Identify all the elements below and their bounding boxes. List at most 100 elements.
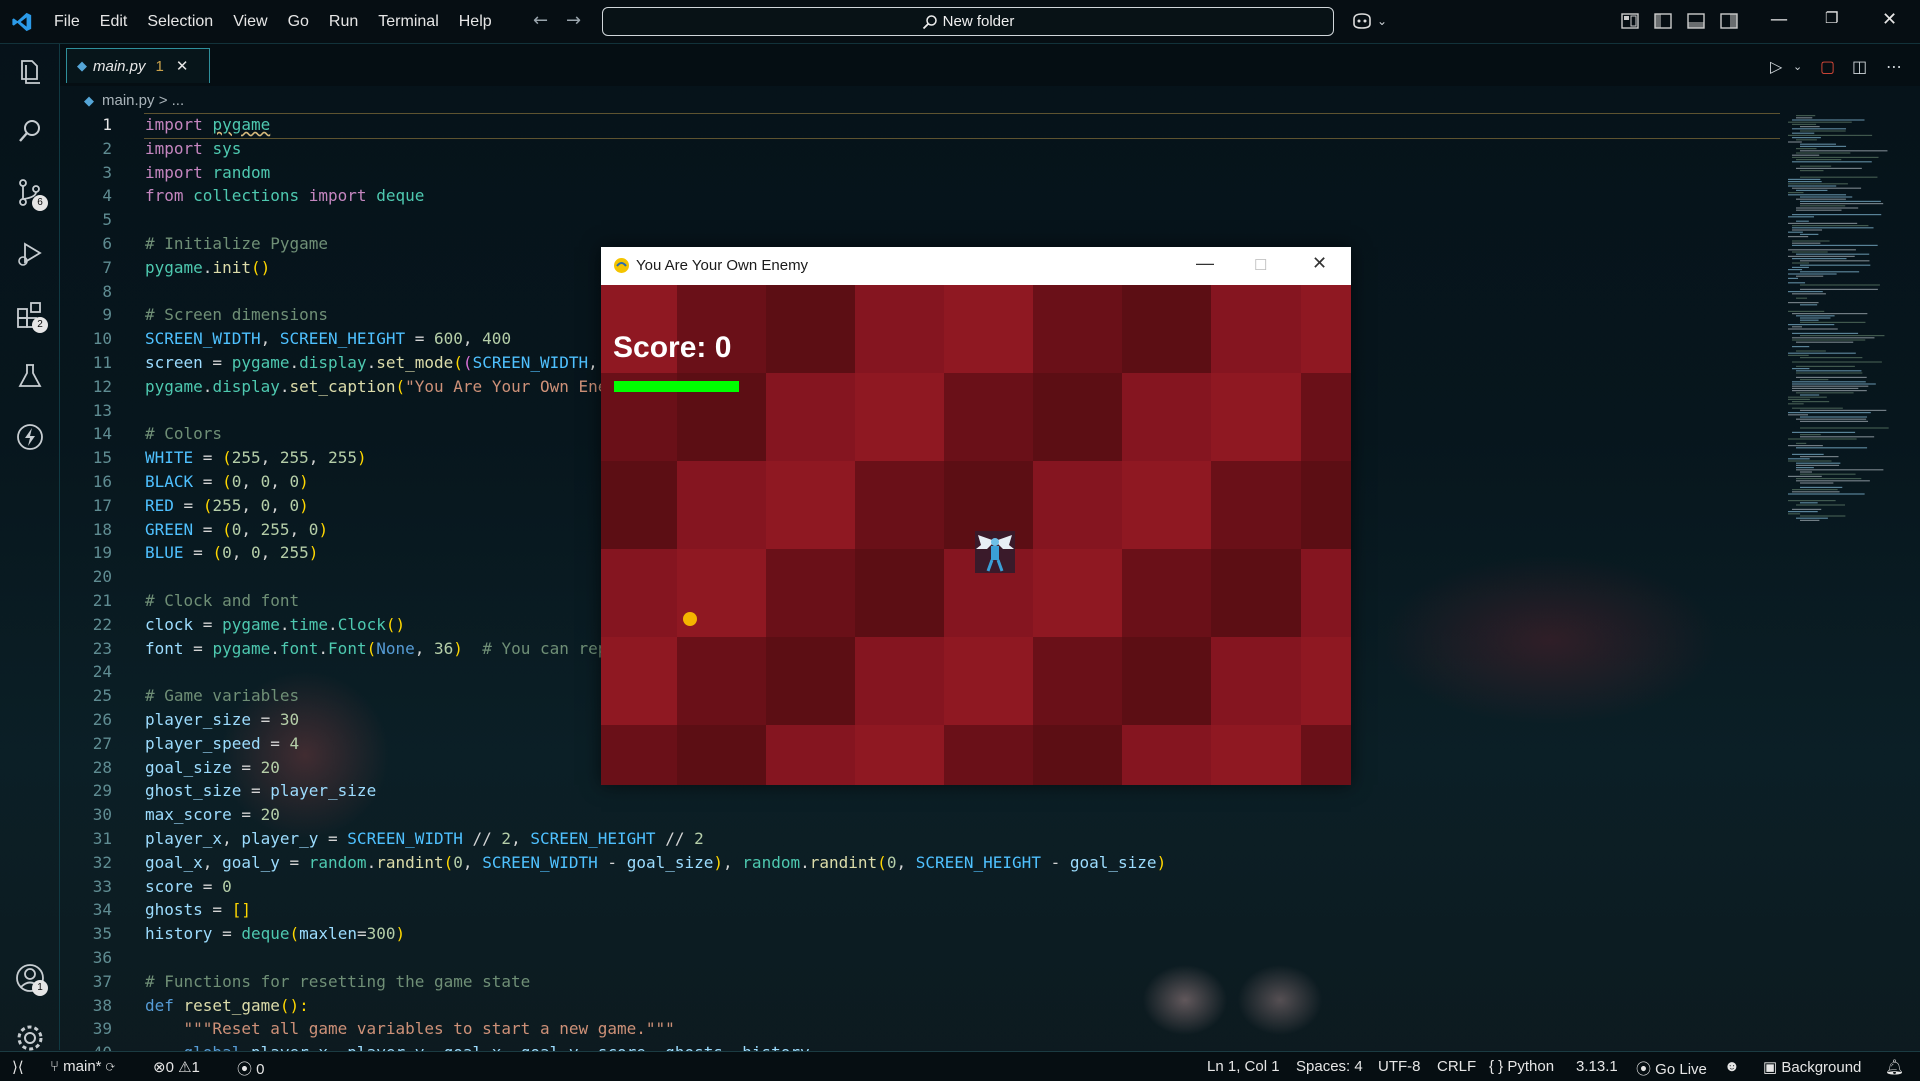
- python-version[interactable]: 3.13.1: [1576, 1058, 1618, 1075]
- code-token: # Clock and font: [145, 591, 300, 610]
- minimize-icon[interactable]: —: [1196, 253, 1214, 274]
- stop-icon[interactable]: ▢: [1820, 57, 1835, 76]
- code-line[interactable]: 1 import pygame: [60, 113, 1780, 139]
- chevron-down-icon[interactable]: ⌄: [1372, 11, 1392, 31]
- tab-main-py[interactable]: ◆ main.py 1 ✕: [66, 48, 210, 83]
- code-token: =: [193, 519, 223, 539]
- code-line[interactable]: 3 import random: [60, 161, 1780, 185]
- toggle-secondary-sidebar-icon[interactable]: [1719, 11, 1739, 31]
- source-control-icon[interactable]: 6: [12, 175, 48, 211]
- encoding[interactable]: UTF-8: [1378, 1058, 1421, 1075]
- minimap-line: [1792, 508, 1822, 510]
- line-number: 8: [102, 281, 112, 301]
- code-line[interactable]: 37 # Functions for resetting the game sta…: [60, 970, 1780, 994]
- go-live-button[interactable]: ⦿ Go Live: [1636, 1058, 1707, 1079]
- code-line[interactable]: 34 ghosts = []: [60, 898, 1780, 922]
- code-line[interactable]: 35 history = deque(maxlen=300): [60, 922, 1780, 946]
- lightning-icon[interactable]: [12, 419, 48, 455]
- more-actions-icon[interactable]: ⋯: [1886, 57, 1902, 76]
- minimap-line: [1788, 302, 1819, 304]
- minimap-line: [1788, 396, 1827, 398]
- copilot-icon[interactable]: [1350, 11, 1374, 31]
- code-line[interactable]: 2 import sys: [60, 137, 1780, 161]
- cursor-position[interactable]: Ln 1, Col 1: [1207, 1058, 1280, 1075]
- code-line[interactable]: 33 score = 0: [60, 875, 1780, 899]
- minimap-line: [1800, 486, 1843, 488]
- menu-run[interactable]: Run: [319, 13, 368, 31]
- breadcrumb-file[interactable]: main.py: [102, 92, 155, 109]
- code-line[interactable]: 32 goal_x, goal_y = random.randint(0, SCR…: [60, 851, 1780, 875]
- code-line[interactable]: 36: [60, 946, 1780, 970]
- forward-arrow-icon[interactable]: →: [566, 10, 581, 31]
- background-tile: [766, 373, 855, 461]
- breadcrumb-separator: >: [158, 92, 168, 109]
- close-icon[interactable]: ✕: [1312, 253, 1327, 274]
- remote-icon[interactable]: ⟩⟨: [12, 1058, 24, 1076]
- breadcrumb-symbol[interactable]: ...: [172, 92, 185, 109]
- command-center-search[interactable]: New folder: [602, 7, 1334, 36]
- line-code: def reset_game():: [145, 994, 309, 1018]
- game-canvas[interactable]: Score: 0: [601, 285, 1351, 785]
- background-tile: [1211, 725, 1301, 785]
- code-line[interactable]: 38 def reset_game():: [60, 994, 1780, 1018]
- run-file-icon[interactable]: ▷: [1770, 57, 1782, 76]
- notifications-bell-icon[interactable]: 🔔︎: [1885, 1058, 1904, 1076]
- code-line[interactable]: 40 global player_x, player_y, goal_x, go…: [60, 1041, 1780, 1051]
- game-window-title-bar[interactable]: You Are Your Own Enemy — ☐ ✕: [601, 247, 1351, 285]
- code-token: goal_x: [145, 852, 203, 872]
- maximize-icon[interactable]: ☐: [1254, 256, 1267, 274]
- problems-indicator[interactable]: ⊗0 ⚠1: [153, 1058, 200, 1076]
- close-icon[interactable]: ✕: [1882, 9, 1897, 30]
- code-token: RED: [145, 495, 174, 515]
- menu-terminal[interactable]: Terminal: [368, 13, 448, 31]
- split-editor-icon[interactable]: ◫: [1852, 57, 1867, 76]
- branch-indicator[interactable]: ⑂ main* ⟳: [50, 1058, 115, 1075]
- accounts-icon[interactable]: 1: [12, 960, 48, 996]
- sync-icon: ⟳: [105, 1058, 115, 1075]
- toggle-panel-icon[interactable]: [1686, 11, 1706, 31]
- chevron-down-icon[interactable]: ⌄: [1793, 60, 1802, 73]
- background-extension[interactable]: ▣ Background: [1763, 1058, 1861, 1076]
- code-line[interactable]: 4 from collections import deque: [60, 184, 1780, 208]
- menu-edit[interactable]: Edit: [90, 13, 138, 31]
- explorer-icon[interactable]: [12, 53, 48, 89]
- menu-help[interactable]: Help: [449, 13, 502, 31]
- restore-icon[interactable]: ❐: [1825, 9, 1838, 27]
- menu-go[interactable]: Go: [278, 13, 319, 31]
- line-number: 18: [92, 519, 112, 539]
- menu-selection[interactable]: Selection: [137, 13, 223, 31]
- minimap-line: [1800, 200, 1881, 202]
- toggle-sidebar-icon[interactable]: [1653, 11, 1673, 31]
- minimap-line: [1800, 205, 1846, 207]
- ports-indicator[interactable]: ⦿ 0: [237, 1058, 265, 1079]
- code-line[interactable]: 5: [60, 208, 1780, 232]
- close-icon[interactable]: ✕: [176, 57, 189, 75]
- line-ending[interactable]: CRLF: [1437, 1058, 1476, 1075]
- minimap-line: [1792, 240, 1830, 242]
- code-line[interactable]: 39 """Reset all game variables to start …: [60, 1017, 1780, 1041]
- code-token: pygame: [145, 257, 203, 277]
- background-tile: [766, 549, 855, 637]
- run-debug-icon[interactable]: [12, 236, 48, 272]
- copilot-status-icon[interactable]: ☻: [1724, 1058, 1740, 1075]
- menu-file[interactable]: File: [44, 13, 90, 31]
- code-token: 255: [328, 448, 357, 468]
- code-line[interactable]: 31 player_x, player_y = SCREEN_WIDTH // 2…: [60, 827, 1780, 851]
- minimize-icon[interactable]: —: [1770, 9, 1788, 30]
- indentation[interactable]: Spaces: 4: [1296, 1058, 1363, 1075]
- background-tile: [677, 725, 766, 785]
- back-arrow-icon[interactable]: ←: [533, 10, 548, 31]
- testing-flask-icon[interactable]: [12, 358, 48, 394]
- background-tile: [601, 461, 677, 549]
- search-icon[interactable]: [12, 114, 48, 150]
- language-mode[interactable]: { } Python: [1489, 1058, 1554, 1075]
- code-token: import: [308, 186, 377, 206]
- game-window[interactable]: You Are Your Own Enemy — ☐ ✕ Score: 0: [601, 247, 1351, 785]
- accounts-badge: 1: [32, 980, 48, 996]
- menu-view[interactable]: View: [223, 13, 277, 31]
- code-line[interactable]: 30 max_score = 20: [60, 803, 1780, 827]
- minimap[interactable]: [1788, 113, 1904, 533]
- extensions-icon[interactable]: 2: [12, 297, 48, 333]
- minimap-line: [1788, 183, 1848, 185]
- customize-layout-icon[interactable]: [1620, 11, 1640, 31]
